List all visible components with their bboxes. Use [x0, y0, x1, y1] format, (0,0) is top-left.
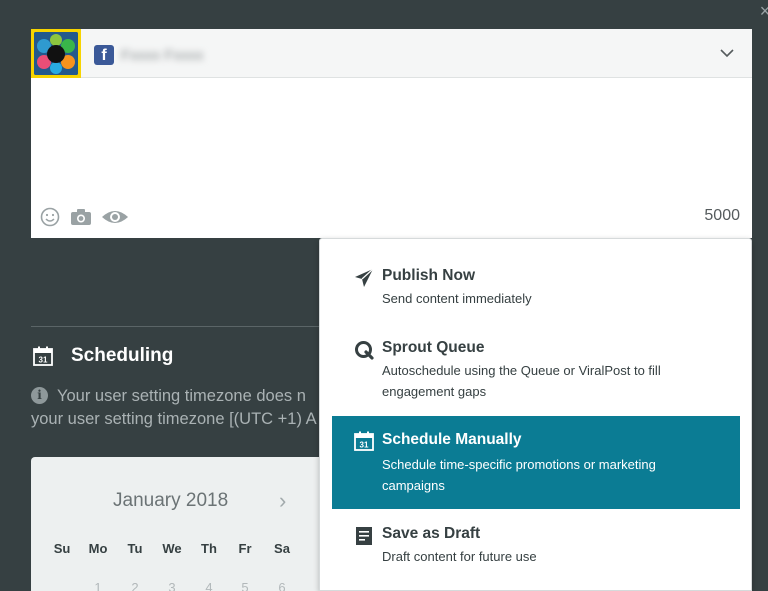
- queue-icon: [355, 341, 374, 360]
- account-name: Fxxxx Fxxxx: [121, 47, 204, 64]
- weekday-label: Su: [53, 541, 71, 556]
- avatar: [31, 29, 81, 78]
- calendar: January 2018 › Su Mo Tu We Th Fr Sa 1 2 …: [31, 457, 319, 591]
- calendar-day[interactable]: 1: [83, 580, 113, 591]
- weekday-label: We: [162, 541, 182, 556]
- menu-item-publish-now[interactable]: Publish Now Send content immediately: [332, 267, 740, 317]
- composer: f Fxxxx Fxxxx 5000: [31, 29, 752, 238]
- menu-item-title: Sprout Queue: [382, 339, 485, 356]
- camera-icon[interactable]: [70, 207, 92, 227]
- weekday-label: Th: [201, 541, 217, 556]
- paper-plane-icon: [355, 268, 374, 287]
- publish-options-menu: Publish Now Send content immediately Spr…: [319, 238, 752, 591]
- timezone-notice-line-1: Your user setting timezone does n: [57, 387, 306, 405]
- emoji-icon[interactable]: [39, 207, 61, 227]
- menu-item-title: Publish Now: [382, 267, 475, 284]
- svg-text:31: 31: [39, 356, 48, 365]
- close-icon[interactable]: ×: [758, 0, 768, 22]
- calendar-month: January 2018: [113, 490, 229, 511]
- chevron-down-icon[interactable]: [719, 45, 735, 61]
- calendar-day[interactable]: 5: [230, 580, 260, 591]
- character-count: 5000: [704, 207, 740, 224]
- facebook-icon: f: [94, 45, 114, 65]
- weekday-label: Sa: [274, 541, 290, 556]
- menu-item-description: Send content immediately: [382, 291, 532, 306]
- menu-item-description: Draft content for future use: [382, 549, 537, 564]
- menu-item-title: Save as Draft: [382, 525, 481, 542]
- menu-item-save-draft[interactable]: Save as Draft Draft content for future u…: [332, 525, 740, 575]
- menu-item-title: Schedule Manually: [382, 431, 522, 448]
- svg-text:31: 31: [360, 441, 369, 450]
- calendar-icon: 31: [33, 346, 53, 366]
- chevron-right-icon[interactable]: ›: [279, 488, 286, 514]
- menu-item-description: Schedule time-specific promotions or mar…: [382, 457, 656, 493]
- calendar-day[interactable]: 4: [194, 580, 224, 591]
- calendar-icon: 31: [354, 431, 374, 451]
- eye-icon[interactable]: [101, 207, 129, 227]
- profile-selector[interactable]: f Fxxxx Fxxxx: [31, 29, 752, 78]
- weekday-label: Mo: [88, 541, 108, 556]
- scheduling-title: Scheduling: [71, 345, 174, 366]
- weekday-label: Fr: [238, 541, 252, 556]
- menu-item-description: Autoschedule using the Queue or ViralPos…: [382, 363, 661, 399]
- menu-item-sprout-queue[interactable]: Sprout Queue Autoschedule using the Queu…: [332, 339, 740, 403]
- menu-item-schedule-manually[interactable]: 31 Schedule Manually Schedule time-speci…: [332, 416, 740, 509]
- calendar-day[interactable]: 3: [157, 580, 187, 591]
- timezone-notice-line-2: your user setting timezone [(UTC +1) A: [31, 410, 317, 428]
- info-icon: i: [31, 387, 48, 404]
- weekday-label: Tu: [127, 541, 143, 556]
- calendar-day[interactable]: 2: [120, 580, 150, 591]
- draft-icon: [356, 527, 372, 545]
- calendar-day[interactable]: 6: [267, 580, 297, 591]
- divider: [31, 326, 331, 327]
